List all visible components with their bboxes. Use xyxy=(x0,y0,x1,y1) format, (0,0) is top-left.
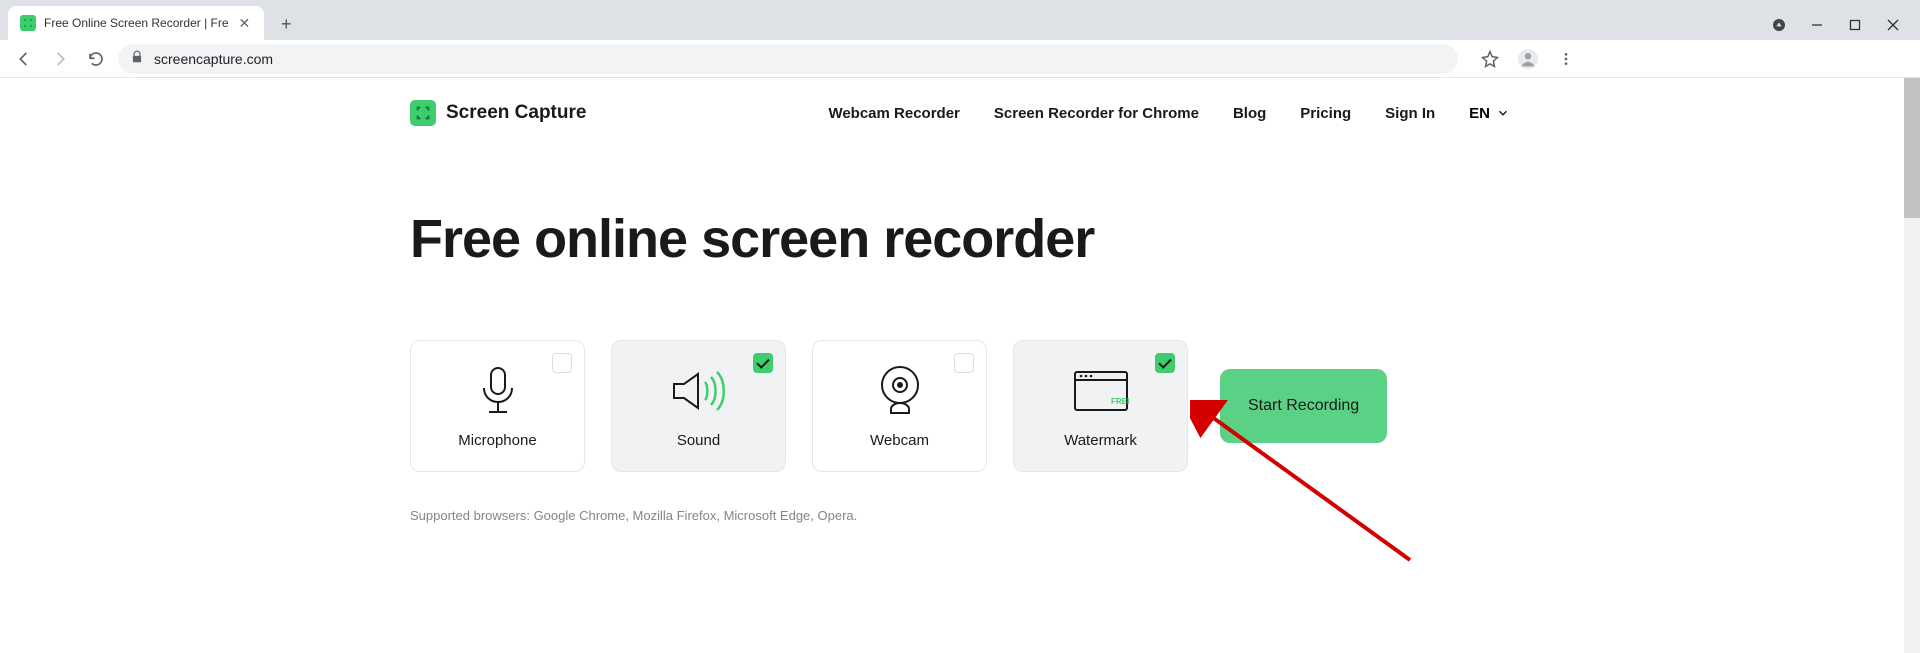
microphone-label: Microphone xyxy=(458,432,536,449)
forward-button[interactable] xyxy=(46,45,74,73)
option-sound[interactable]: Sound xyxy=(611,340,786,472)
watermark-label: Watermark xyxy=(1064,432,1137,449)
minimize-icon[interactable] xyxy=(1808,16,1826,34)
brand-logo[interactable]: Screen Capture xyxy=(410,100,586,126)
microphone-icon xyxy=(475,364,521,418)
start-recording-button[interactable]: Start Recording xyxy=(1220,369,1387,443)
profile-icon[interactable] xyxy=(1514,45,1542,73)
nav-blog[interactable]: Blog xyxy=(1233,105,1266,122)
option-webcam[interactable]: Webcam xyxy=(812,340,987,472)
url-text: screencapture.com xyxy=(154,51,273,67)
scrollbar-thumb[interactable] xyxy=(1904,78,1920,218)
lock-icon xyxy=(130,50,144,67)
watermark-icon: FREE xyxy=(1073,364,1129,418)
address-bar[interactable]: screencapture.com xyxy=(118,44,1458,74)
language-label: EN xyxy=(1469,105,1490,122)
webcam-icon xyxy=(877,364,923,418)
webcam-checkbox[interactable] xyxy=(954,353,974,373)
favicon-icon xyxy=(20,15,36,31)
back-button[interactable] xyxy=(10,45,38,73)
supported-browsers-text: Supported browsers: Google Chrome, Mozil… xyxy=(410,508,1510,523)
site-header: Screen Capture Webcam Recorder Screen Re… xyxy=(410,78,1510,148)
browser-tab[interactable]: Free Online Screen Recorder | Fre ✕ xyxy=(8,6,264,40)
sound-icon xyxy=(670,364,728,418)
close-window-icon[interactable] xyxy=(1884,16,1902,34)
main-nav: Webcam Recorder Screen Recorder for Chro… xyxy=(828,105,1510,122)
browser-tab-strip: Free Online Screen Recorder | Fre ✕ + xyxy=(0,0,1920,40)
browser-toolbar: screencapture.com xyxy=(0,40,1920,78)
recording-options: Microphone Sound xyxy=(410,340,1510,472)
menu-icon[interactable] xyxy=(1552,45,1580,73)
logo-icon xyxy=(410,100,436,126)
sound-checkbox[interactable] xyxy=(753,353,773,373)
star-icon[interactable] xyxy=(1476,45,1504,73)
new-tab-button[interactable]: + xyxy=(272,10,300,38)
tab-title: Free Online Screen Recorder | Fre xyxy=(44,16,229,30)
microphone-checkbox[interactable] xyxy=(552,353,572,373)
page-title: Free online screen recorder xyxy=(410,208,1510,270)
option-microphone[interactable]: Microphone xyxy=(410,340,585,472)
chevron-down-icon xyxy=(1496,106,1510,120)
window-controls xyxy=(1770,16,1920,40)
sound-label: Sound xyxy=(677,432,720,449)
option-watermark[interactable]: FREE Watermark xyxy=(1013,340,1188,472)
watermark-checkbox[interactable] xyxy=(1155,353,1175,373)
reload-button[interactable] xyxy=(82,45,110,73)
close-tab-icon[interactable]: ✕ xyxy=(237,13,253,34)
nav-pricing[interactable]: Pricing xyxy=(1300,105,1351,122)
language-selector[interactable]: EN xyxy=(1469,105,1510,122)
extension-icon[interactable] xyxy=(1770,16,1788,34)
webcam-label: Webcam xyxy=(870,432,929,449)
nav-webcam-recorder[interactable]: Webcam Recorder xyxy=(828,105,959,122)
maximize-icon[interactable] xyxy=(1846,16,1864,34)
svg-text:FREE: FREE xyxy=(1111,397,1129,406)
nav-screen-recorder-chrome[interactable]: Screen Recorder for Chrome xyxy=(994,105,1199,122)
nav-signin[interactable]: Sign In xyxy=(1385,105,1435,122)
brand-name: Screen Capture xyxy=(446,102,586,124)
page-content: Screen Capture Webcam Recorder Screen Re… xyxy=(0,78,1920,653)
